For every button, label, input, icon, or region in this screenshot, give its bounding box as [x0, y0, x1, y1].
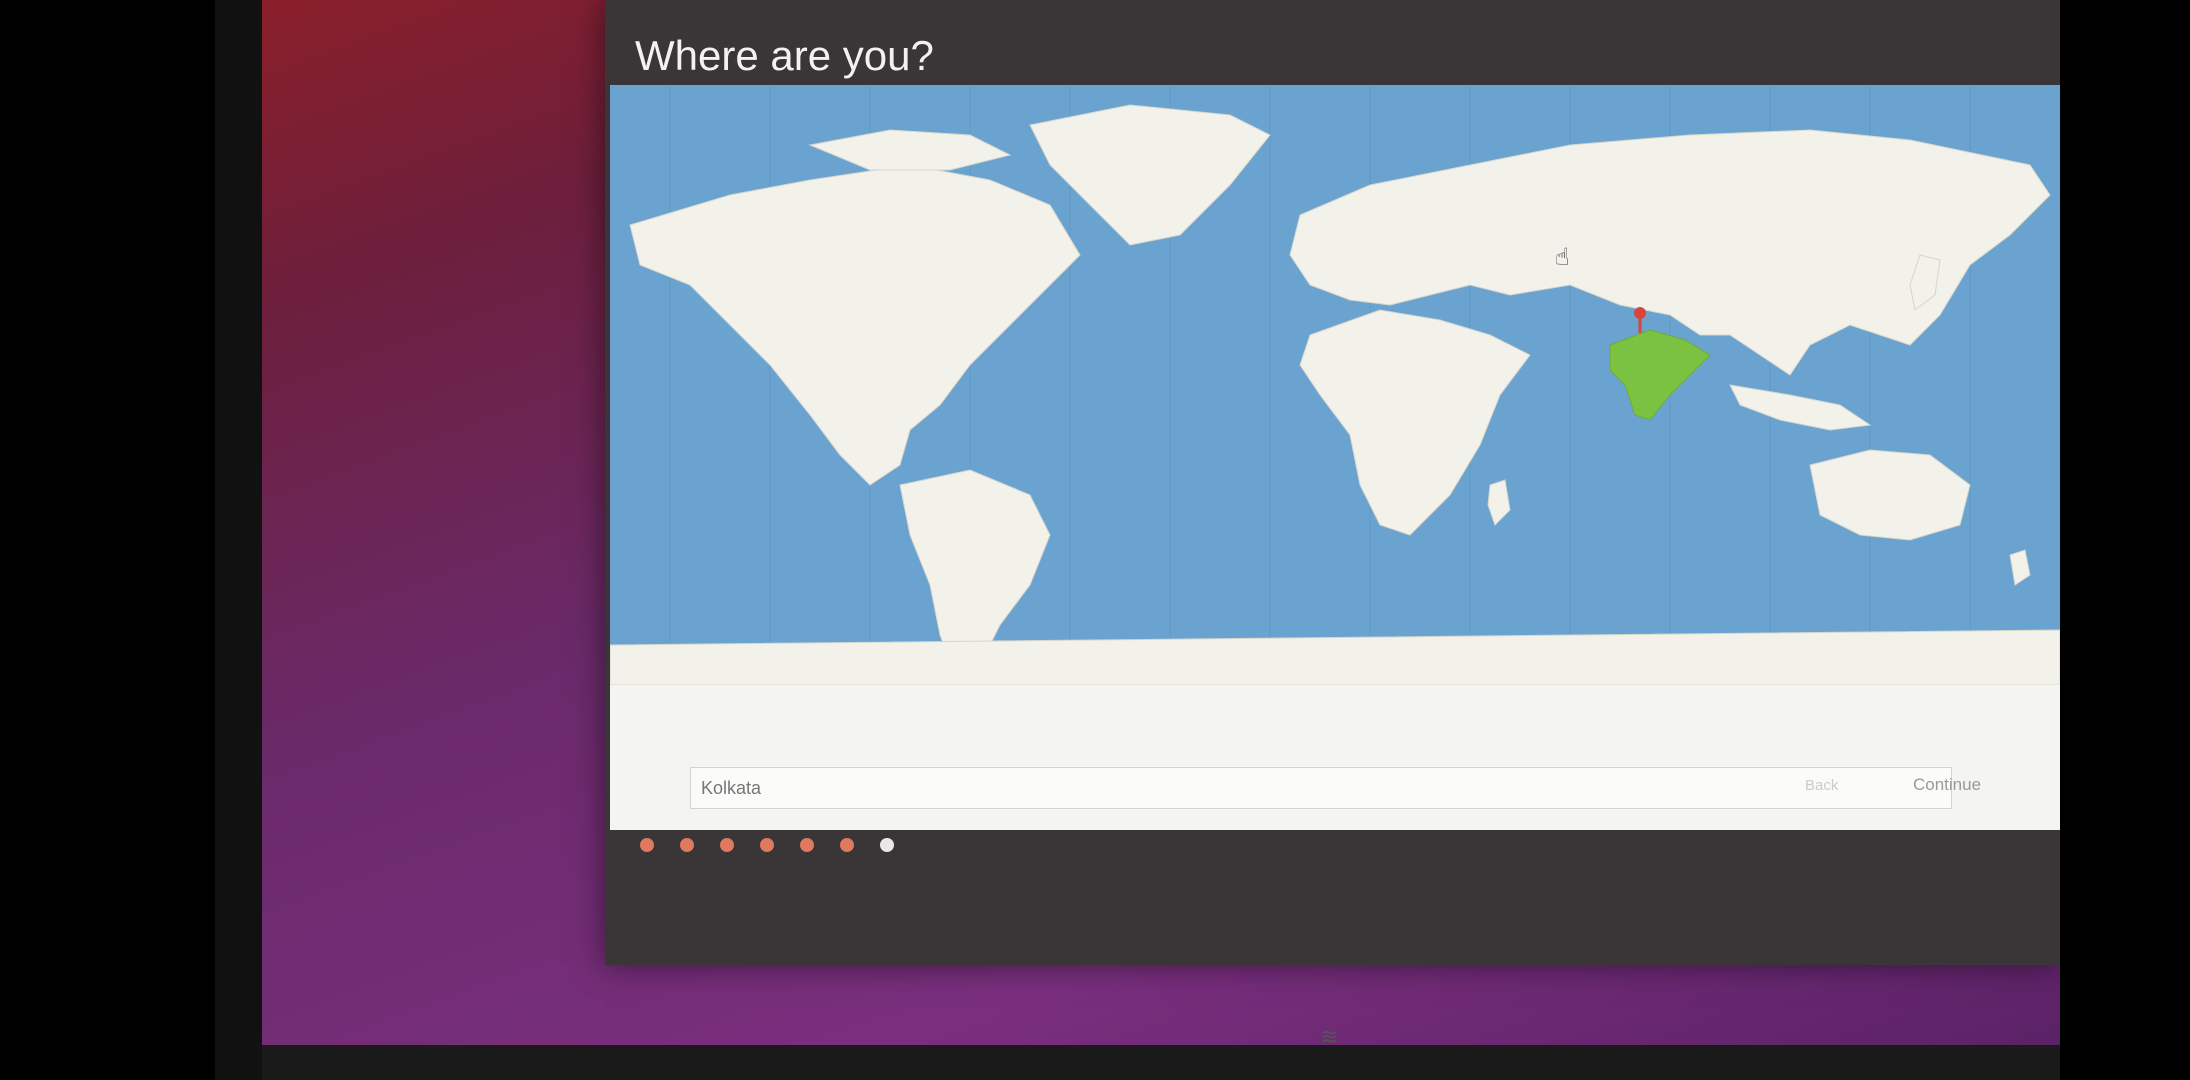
india-selected-region	[1609, 329, 1711, 421]
progress-dot	[800, 838, 814, 852]
progress-dot	[760, 838, 774, 852]
location-input[interactable]: Kolkata	[690, 767, 1952, 809]
world-map[interactable]: ☝	[610, 85, 2060, 685]
location-bar: Kolkata Back Continue	[610, 685, 2060, 830]
installer-window: Where are you? ☝ Kolkata Back Continue	[605, 0, 2060, 965]
progress-indicator	[640, 835, 894, 855]
new-zealand-landmass	[2009, 549, 2031, 586]
page-title: Where are you?	[635, 32, 934, 79]
arctic-islands-landmass	[808, 129, 1012, 171]
madagascar-landmass	[1487, 479, 1511, 526]
continue-button[interactable]: Continue	[1913, 775, 1981, 795]
hand-cursor-icon: ☝	[1555, 243, 1570, 271]
progress-dot	[720, 838, 734, 852]
monitor-logo-icon: ≋	[1320, 1025, 1339, 1050]
southeast-asia-islands-landmass	[1729, 384, 1872, 431]
back-button[interactable]: Back	[1805, 777, 1838, 794]
greenland-landmass	[1029, 104, 1271, 246]
monitor-bottom-bezel	[262, 1045, 2060, 1080]
location-pin-icon	[1634, 307, 1646, 333]
australia-landmass	[1809, 449, 1971, 541]
content-panel: ☝ Kolkata Back Continue	[610, 85, 2060, 830]
world-map-graphic[interactable]: ☝	[610, 85, 2060, 685]
antarctica-landmass	[610, 629, 2060, 685]
progress-dot-current	[880, 838, 894, 852]
progress-dot	[640, 838, 654, 852]
progress-dot	[840, 838, 854, 852]
progress-dot	[680, 838, 694, 852]
north-america-landmass	[629, 164, 1081, 486]
